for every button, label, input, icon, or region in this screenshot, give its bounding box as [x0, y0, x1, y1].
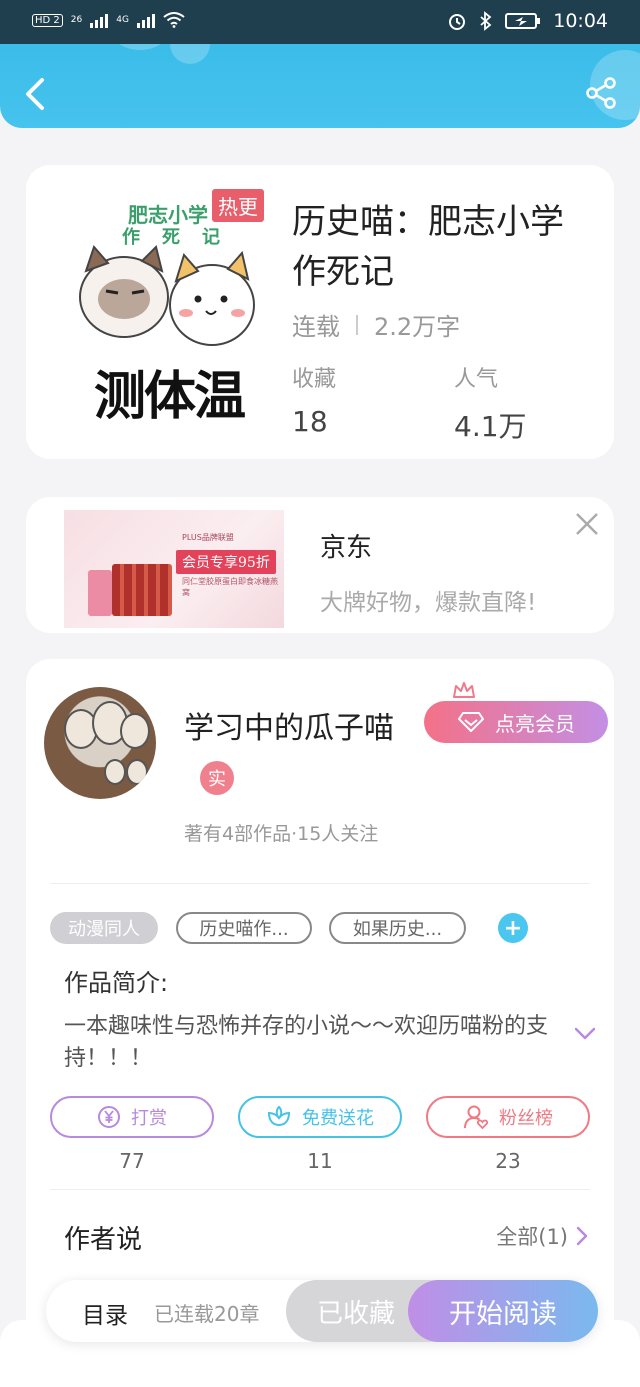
- hot-update-tag: 热更: [212, 189, 264, 222]
- top-header: HD 2 26 4G 10:04: [0, 0, 640, 128]
- status-right: 10:04: [447, 10, 608, 32]
- verified-real-badge: 实: [200, 761, 234, 795]
- toc-button[interactable]: 目录: [82, 1296, 128, 1330]
- intro-text: 一本趣味性与恐怖并存的小说～～欢迎历喵粉的支持！！！: [64, 1014, 549, 1071]
- tip-button[interactable]: 打赏: [50, 1096, 214, 1138]
- fan-rank-button[interactable]: 粉丝榜: [426, 1096, 590, 1138]
- send-flower-button[interactable]: 免费送花: [238, 1096, 402, 1138]
- hd-indicator: HD 2: [32, 13, 63, 27]
- activate-vip-button[interactable]: 点亮会员: [424, 701, 608, 743]
- fan-rank-icon: [464, 1105, 489, 1130]
- avatar-figure: [104, 759, 126, 785]
- author-says-all-link[interactable]: 全部(1): [496, 1221, 588, 1251]
- chapter-count: 已连载20章: [154, 1302, 260, 1326]
- status-bar: HD 2 26 4G 10:04: [0, 0, 640, 44]
- crown-icon: [453, 682, 475, 698]
- divider: [50, 1189, 590, 1190]
- clock-time: 10:04: [553, 10, 608, 32]
- ad-image-badge: PLUS品牌联盟: [182, 533, 234, 542]
- wifi-icon: [163, 12, 185, 28]
- author-says-title: 作者说: [64, 1225, 143, 1255]
- ad-brand: 京东: [320, 533, 373, 563]
- word-count: 2.2万字: [374, 313, 461, 341]
- alarm-icon: [449, 14, 466, 30]
- expand-chevron-icon[interactable]: [574, 1027, 596, 1041]
- ad-description: 大牌好物，爆款直降!: [320, 590, 537, 616]
- flower-count: 11: [307, 1149, 333, 1173]
- author-says-all-label: 全部(1): [496, 1225, 568, 1249]
- avatar-figure: [126, 759, 148, 785]
- status-left: HD 2 26 4G: [32, 12, 185, 28]
- send-flower-label: 免费送花: [302, 1108, 374, 1129]
- favorites-label: 收藏: [292, 367, 337, 392]
- ad-image-subtext: 同仁堂胶原蛋白即食冰糖燕窝: [182, 577, 278, 597]
- signal-4g-label: 4G: [116, 15, 129, 25]
- bottom-action-bar: 目录 已连载20章 已收藏 开始阅读: [46, 1280, 598, 1342]
- popularity-label: 人气: [454, 367, 499, 392]
- popularity-value: 4.1万: [454, 410, 527, 443]
- add-tag-button[interactable]: +: [498, 913, 528, 943]
- tip-count: 77: [119, 1149, 145, 1173]
- book-info-card: 肥志小学 作死记 热更 测体温 历史喵：肥志小学作死记 连载 2.2万字 收藏 …: [26, 165, 614, 459]
- signal-26-label: 26: [70, 15, 83, 25]
- author-avatar[interactable]: [44, 687, 156, 799]
- battery-charging-icon: [505, 13, 541, 29]
- book-meta: 连载 2.2万字: [292, 307, 460, 342]
- start-reading-label: 开始阅读: [449, 1298, 557, 1330]
- favorited-label: 已收藏: [316, 1298, 395, 1329]
- popularity-stat: 人气 4.1万: [454, 361, 527, 445]
- divider: [50, 883, 590, 884]
- close-ad-button[interactable]: [574, 511, 600, 537]
- tip-label: 打赏: [131, 1108, 167, 1129]
- yen-coin-icon: [98, 1106, 120, 1128]
- bluetooth-icon: [480, 11, 492, 31]
- favorites-value: 18: [292, 405, 328, 438]
- book-title: 历史喵：肥志小学作死记: [292, 202, 564, 292]
- cover-caption: 测体温: [93, 366, 246, 427]
- ad-banner-card[interactable]: PLUS品牌联盟 会员专享95折 同仁堂胶原蛋白即食冰糖燕窝 京东 大牌好物，爆…: [26, 497, 614, 633]
- intro-title: 作品简介:: [64, 969, 169, 997]
- ad-product-stack: [112, 564, 172, 616]
- ad-product-box: [88, 570, 112, 616]
- signal-icon: [90, 12, 109, 28]
- author-card: 学习中的瓜子喵 点亮会员 实 著有4部作品·15人关注 动漫同人 历史喵作...…: [26, 659, 614, 1359]
- book-cover[interactable]: 肥志小学 作死记 热更 测体温: [72, 187, 266, 437]
- serial-status: 连载: [292, 313, 340, 341]
- flower-icon: [267, 1105, 291, 1127]
- fan-rank-label: 粉丝榜: [499, 1108, 553, 1129]
- cover-subtitle-text: 作死记: [122, 227, 242, 248]
- diamond-icon: [458, 712, 484, 732]
- author-name[interactable]: 学习中的瓜子喵: [184, 703, 394, 747]
- tag-chip[interactable]: 如果历史...: [329, 912, 466, 944]
- fan-count: 23: [495, 1149, 521, 1173]
- favorites-stat: 收藏 18: [292, 361, 336, 438]
- meta-divider: [356, 314, 358, 335]
- author-stats: 著有4部作品·15人关注: [184, 823, 379, 845]
- back-button[interactable]: [20, 74, 50, 114]
- tag-chip[interactable]: 动漫同人: [50, 912, 158, 944]
- share-button[interactable]: [584, 76, 618, 110]
- avatar-figure: [120, 713, 150, 749]
- ad-image[interactable]: PLUS品牌联盟 会员专享95折 同仁堂胶原蛋白即食冰糖燕窝: [64, 510, 284, 628]
- start-reading-button[interactable]: 开始阅读: [408, 1280, 598, 1342]
- tag-chip[interactable]: 历史喵作...: [176, 912, 312, 944]
- ad-image-headline: 会员专享95折: [176, 550, 276, 574]
- chevron-right-icon: [576, 1226, 588, 1246]
- vip-button-label: 点亮会员: [495, 711, 575, 736]
- signal-icon: [136, 12, 155, 28]
